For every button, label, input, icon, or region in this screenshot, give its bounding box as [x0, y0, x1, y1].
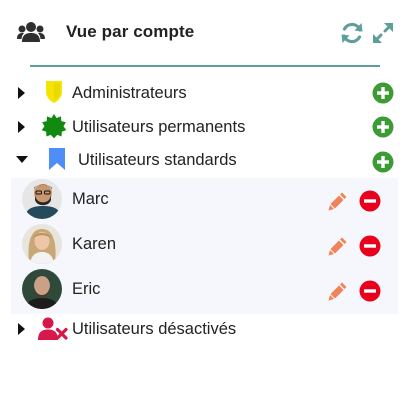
shield-icon: [46, 81, 62, 103]
caret-down-icon[interactable]: [16, 155, 28, 165]
edit-user-button[interactable]: [327, 280, 349, 302]
group-label: Administrateurs: [72, 84, 187, 102]
list-item-user[interactable]: Eric: [11, 268, 398, 313]
add-user-button[interactable]: [372, 116, 394, 138]
edit-user-button[interactable]: [327, 190, 349, 212]
expand-icon[interactable]: [371, 21, 395, 45]
delete-user-button[interactable]: [359, 235, 381, 257]
page-title: Vue par compte: [66, 22, 195, 41]
avatar: [22, 269, 62, 309]
group-administrateurs[interactable]: Administrateurs: [0, 78, 403, 108]
list-item-user[interactable]: Marc: [11, 178, 398, 223]
header-divider: [30, 65, 380, 67]
edit-user-button[interactable]: [327, 235, 349, 257]
avatar: [22, 179, 62, 219]
caret-right-icon[interactable]: [17, 87, 27, 99]
avatar: [22, 224, 62, 264]
delete-user-button[interactable]: [359, 280, 381, 302]
caret-right-icon[interactable]: [17, 323, 27, 335]
group-utilisateurs-standards[interactable]: Utilisateurs standards: [0, 145, 403, 175]
sync-icon[interactable]: [339, 20, 365, 46]
list-item-user[interactable]: Karen: [11, 223, 398, 268]
group-label: Utilisateurs standards: [78, 151, 237, 169]
group-utilisateurs-desactives[interactable]: Utilisateurs désactivés: [0, 314, 403, 344]
user-name: Marc: [72, 190, 109, 208]
user-name: Eric: [72, 280, 101, 298]
caret-right-icon[interactable]: [17, 121, 27, 133]
badge-icon: [41, 114, 67, 139]
accounts-panel: Vue par compte Administrateurs Utilisate…: [0, 0, 403, 413]
delete-user-button[interactable]: [359, 190, 381, 212]
user-disabled-icon: [38, 317, 68, 340]
bookmark-icon: [49, 148, 65, 170]
add-user-button[interactable]: [372, 151, 394, 173]
add-user-button[interactable]: [372, 82, 394, 104]
panel-header: Vue par compte: [0, 0, 403, 67]
group-label: Utilisateurs désactivés: [72, 320, 237, 338]
users-icon: [17, 22, 45, 42]
group-utilisateurs-permanents[interactable]: Utilisateurs permanents: [0, 112, 403, 142]
group-label: Utilisateurs permanents: [72, 118, 246, 136]
users-list: Marc Karen Eric: [11, 178, 398, 314]
user-name: Karen: [72, 235, 117, 253]
